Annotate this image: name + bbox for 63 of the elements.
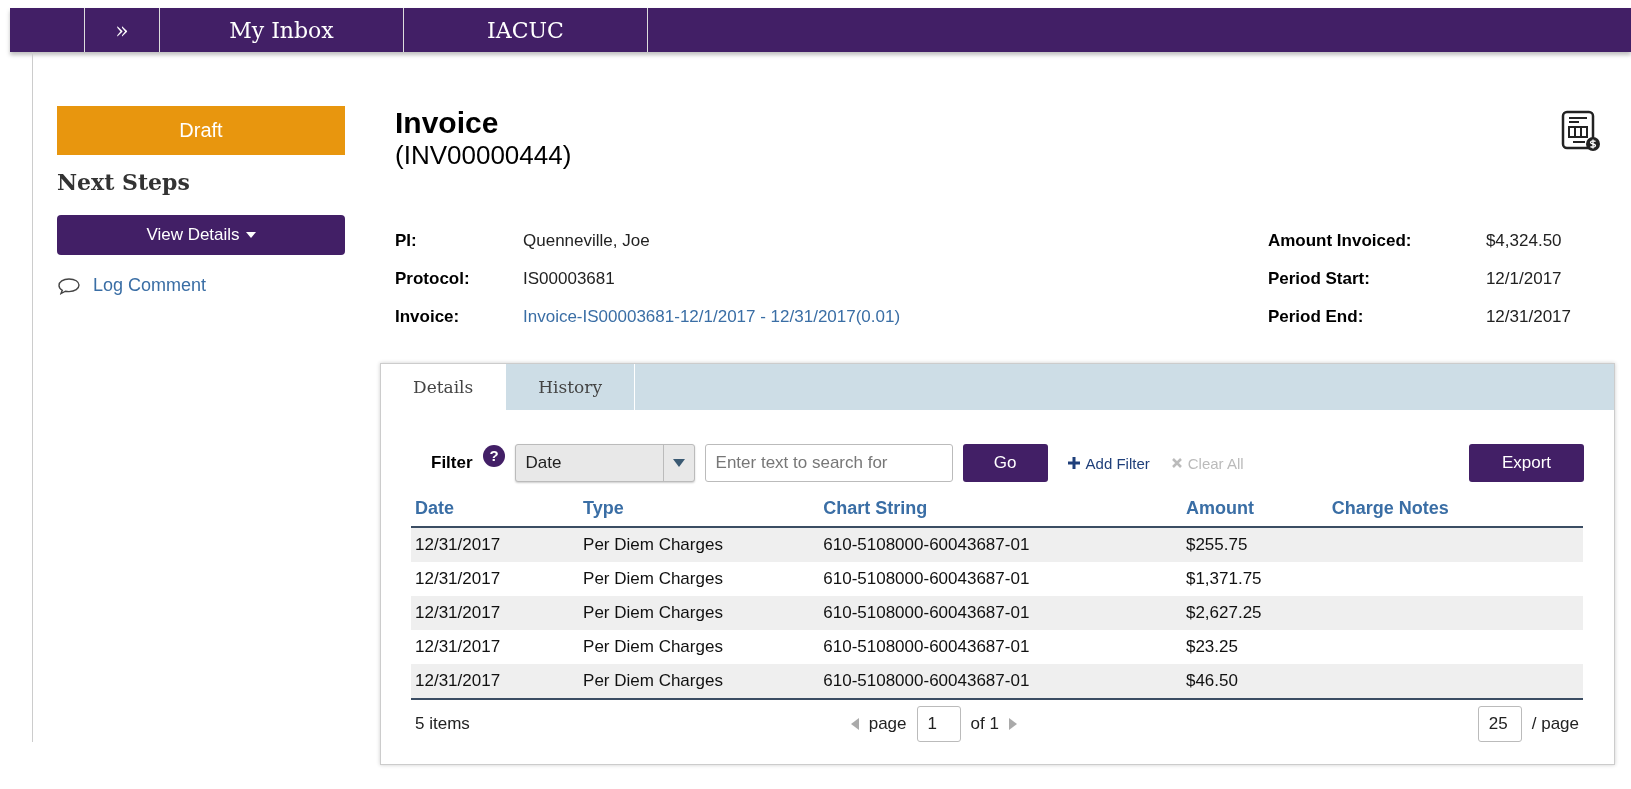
table-cell: $2,627.25 <box>1185 603 1262 622</box>
table-cell: 610-5108000-60043687-01 <box>823 637 1030 656</box>
field-value: Quenneville, Joe <box>523 231 651 251</box>
table-cell: 610-5108000-60043687-01 <box>823 535 1030 554</box>
previous-page-icon[interactable] <box>850 718 859 730</box>
table-cell: $23.25 <box>1185 637 1238 656</box>
field-label: Amount Invoiced: <box>1267 231 1413 251</box>
invoice-number: (INV00000444) <box>395 140 572 171</box>
page-title: Invoice <box>395 106 500 140</box>
caret-icon <box>245 232 256 238</box>
page-total: of 1 <box>970 714 999 734</box>
go-button[interactable]: Go <box>962 444 1048 482</box>
status-badge: Draft <box>57 106 345 155</box>
export-button[interactable]: Export <box>1469 444 1584 482</box>
field-label: Invoice: <box>395 307 461 327</box>
add-filter-button[interactable]: Add Filter <box>1061 453 1156 473</box>
plus-icon <box>1067 457 1080 469</box>
section-heading: Next Steps <box>57 169 191 195</box>
table-cell: $46.50 <box>1185 671 1238 690</box>
table-cell: Per Diem Charges <box>583 637 723 656</box>
page-size-field[interactable]: 25 <box>1477 706 1522 742</box>
view-details-button[interactable]: View Details <box>57 215 345 255</box>
per-page-label: / page <box>1531 714 1579 734</box>
field-value: $4,324.50 <box>1485 231 1563 251</box>
speech-bubble-icon <box>57 276 81 295</box>
field-label: Protocol: <box>395 269 471 289</box>
invoice-icon <box>1561 110 1601 152</box>
table-cell: 610-5108000-60043687-01 <box>823 569 1030 588</box>
field-value: 12/1/2017 <box>1485 269 1563 289</box>
field-value: IS00003681 <box>523 269 616 289</box>
field-label: PI: <box>395 231 418 251</box>
nav-link[interactable]: My Inbox <box>160 8 404 52</box>
table-cell: $255.75 <box>1185 535 1248 554</box>
page-label: page <box>868 714 907 734</box>
field-label: Period End: <box>1267 307 1365 327</box>
table-cell: $1,371.75 <box>1185 569 1262 588</box>
table-cell: 12/31/2017 <box>415 671 501 690</box>
table-cell: Per Diem Charges <box>583 535 723 554</box>
log-comment-link[interactable]: Log Comment <box>93 275 207 296</box>
table-cell: 12/31/2017 <box>415 535 501 554</box>
help-icon[interactable]: ? <box>482 445 505 467</box>
table-cell: 12/31/2017 <box>415 603 501 622</box>
close-icon <box>1171 458 1182 468</box>
field-label: Period Start: <box>1267 269 1371 289</box>
table-cell: 12/31/2017 <box>415 569 501 588</box>
dropdown-arrow-icon <box>672 459 685 467</box>
filter-label: Filter <box>431 453 473 473</box>
field-value: 12/31/2017 <box>1485 307 1571 327</box>
table-cell: Per Diem Charges <box>583 671 723 690</box>
expand-toggle[interactable]: » <box>85 8 160 52</box>
table-cell: Per Diem Charges <box>583 569 723 588</box>
nav-link[interactable]: IACUC <box>404 8 648 52</box>
item-count: 5 items <box>415 714 470 734</box>
page-number-field[interactable]: 1 <box>916 706 961 742</box>
table-cell: 12/31/2017 <box>415 637 501 656</box>
search-field[interactable]: Enter text to search for <box>704 444 953 482</box>
table-cell: 610-5108000-60043687-01 <box>823 671 1030 690</box>
next-page-icon[interactable] <box>1008 718 1017 730</box>
table-cell: 610-5108000-60043687-01 <box>823 603 1030 622</box>
tab[interactable]: Details <box>381 364 507 410</box>
table-cell: Per Diem Charges <box>583 603 723 622</box>
filter-field-dropdown[interactable]: Date <box>514 444 695 482</box>
invoice-link[interactable]: Invoice-IS00003681-12/1/2017 - 12/31/2017(0.01) <box>523 307 901 327</box>
